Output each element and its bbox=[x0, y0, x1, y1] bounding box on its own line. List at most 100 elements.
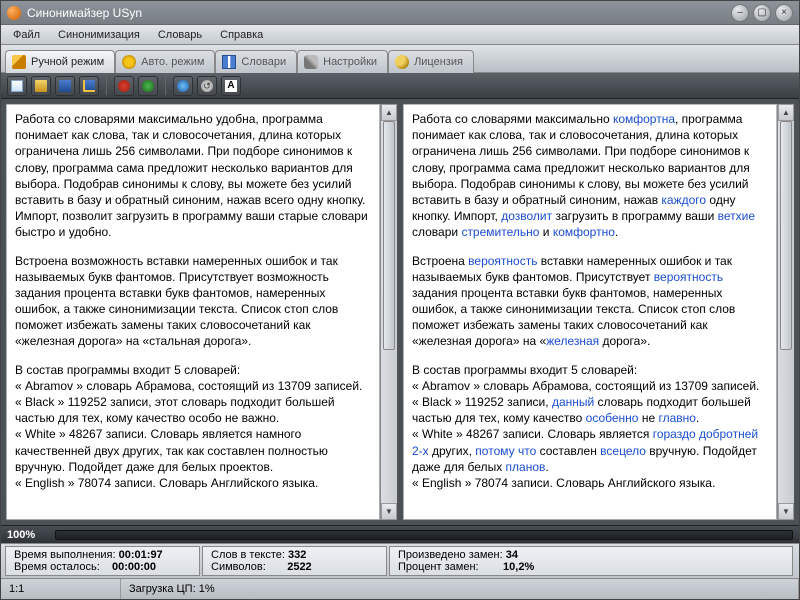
tab-dictionaries[interactable]: Словари bbox=[215, 50, 297, 73]
menubar: Файл Синонимизация Словарь Справка bbox=[1, 25, 799, 45]
tabbar: Ручной режим Авто. режим Словари Настрой… bbox=[1, 45, 799, 73]
source-paragraph: Работа со словарями максимально удобна, … bbox=[15, 111, 371, 241]
status-cpu: Загрузка ЦП: 1% bbox=[121, 579, 799, 599]
app-icon bbox=[7, 6, 21, 20]
statusbar: 1:1 Загрузка ЦП: 1% bbox=[1, 579, 799, 599]
toolbar-separator bbox=[165, 77, 166, 95]
scroll-track[interactable] bbox=[778, 121, 794, 503]
font-button[interactable]: A bbox=[221, 76, 241, 96]
stat-word-count: Слов в тексте: 332 bbox=[211, 549, 378, 561]
scroll-down-button[interactable]: ▼ bbox=[778, 503, 794, 520]
tab-label: Ручной режим bbox=[31, 56, 104, 68]
progress-label: 100% bbox=[7, 529, 49, 541]
stat-time-left: Время осталось: 00:00:00 bbox=[14, 561, 191, 573]
scroll-up-button[interactable]: ▲ bbox=[778, 104, 794, 121]
globe-icon bbox=[177, 80, 189, 92]
key-icon bbox=[395, 55, 409, 69]
tab-license[interactable]: Лицензия bbox=[388, 50, 474, 73]
save-icon bbox=[59, 80, 71, 92]
stat-exec-time: Время выполнения: 00:01:97 bbox=[14, 549, 191, 561]
stat-percent: Процент замен: 10,2% bbox=[398, 561, 784, 573]
pencil-icon bbox=[12, 55, 26, 69]
tab-settings[interactable]: Настройки bbox=[297, 50, 388, 73]
synonym-word[interactable]: планов bbox=[506, 460, 546, 474]
stat-replaced: Произведено замен: 34 bbox=[398, 549, 784, 561]
synonym-word[interactable]: дозволит bbox=[501, 209, 552, 223]
web-button[interactable] bbox=[173, 76, 193, 96]
result-text-pane[interactable]: Работа со словарями максимально комфортн… bbox=[404, 105, 776, 519]
minimize-button[interactable]: – bbox=[731, 4, 749, 22]
save-as-icon bbox=[83, 80, 95, 92]
swap-icon: ↺ bbox=[201, 80, 213, 92]
synonym-word[interactable]: данный bbox=[552, 395, 594, 409]
left-pane-wrap: Работа со словарями максимально удобна, … bbox=[5, 103, 398, 521]
stop-icon bbox=[118, 80, 130, 92]
window-title: Синонимайзер USyn bbox=[27, 6, 727, 20]
menu-file[interactable]: Файл bbox=[5, 27, 48, 43]
new-file-button[interactable] bbox=[7, 76, 27, 96]
run-button[interactable] bbox=[138, 76, 158, 96]
synonym-word[interactable]: потому что bbox=[475, 444, 536, 458]
menu-synonymize[interactable]: Синонимизация bbox=[50, 27, 148, 43]
open-file-icon bbox=[35, 80, 47, 92]
wrench-icon bbox=[304, 55, 318, 69]
synonym-word[interactable]: вероятность bbox=[468, 254, 537, 268]
tab-manual-mode[interactable]: Ручной режим bbox=[5, 50, 115, 73]
source-text-pane[interactable]: Работа со словарями максимально удобна, … bbox=[7, 105, 379, 519]
synonym-word[interactable]: всецело bbox=[600, 444, 646, 458]
menu-dictionary[interactable]: Словарь bbox=[150, 27, 210, 43]
scroll-thumb[interactable] bbox=[383, 121, 395, 350]
tab-label: Словари bbox=[241, 56, 286, 68]
font-icon: A bbox=[225, 80, 237, 92]
stat-replace-col: Произведено замен: 34 Процент замен: 10,… bbox=[389, 546, 793, 576]
titlebar: Синонимайзер USyn – ▢ × bbox=[1, 1, 799, 25]
scroll-thumb[interactable] bbox=[780, 121, 792, 350]
save-button[interactable] bbox=[55, 76, 75, 96]
synonym-word[interactable]: каждого bbox=[661, 193, 706, 207]
stop-button[interactable] bbox=[114, 76, 134, 96]
tab-label: Авто. режим bbox=[141, 56, 204, 68]
synonym-word[interactable]: вероятность bbox=[654, 270, 723, 284]
result-paragraph: Работа со словарями максимально комфортн… bbox=[412, 111, 768, 241]
source-paragraph: Встроена возможность вставки намеренных … bbox=[15, 253, 371, 350]
editor-panes: Работа со словарями максимально удобна, … bbox=[1, 99, 799, 525]
result-paragraph: В состав программы входит 5 словарей: « … bbox=[412, 362, 768, 492]
synonym-word[interactable]: особенно bbox=[586, 411, 639, 425]
tab-label: Настройки bbox=[323, 56, 377, 68]
scroll-down-button[interactable]: ▼ bbox=[381, 503, 397, 520]
right-pane-wrap: Работа со словарями максимально комфортн… bbox=[402, 103, 795, 521]
synonym-word[interactable]: стремительно bbox=[461, 225, 539, 239]
new-file-icon bbox=[11, 80, 23, 92]
save-as-button[interactable] bbox=[79, 76, 99, 96]
open-file-button[interactable] bbox=[31, 76, 51, 96]
synonym-word[interactable]: ветхие bbox=[718, 209, 755, 223]
tab-label: Лицензия bbox=[414, 56, 463, 68]
star-icon bbox=[122, 55, 136, 69]
progress-bar bbox=[55, 530, 793, 540]
scroll-up-button[interactable]: ▲ bbox=[381, 104, 397, 121]
stat-char-count: Символов: 2522 bbox=[211, 561, 378, 573]
stat-time-col: Время выполнения: 00:01:97 Время осталос… bbox=[5, 546, 200, 576]
synonym-word[interactable]: комфортно bbox=[553, 225, 615, 239]
scroll-track[interactable] bbox=[381, 121, 397, 503]
synonym-word[interactable]: главно bbox=[658, 411, 695, 425]
synonym-word[interactable]: железная bbox=[546, 334, 599, 348]
toolbar: ↺ A bbox=[1, 73, 799, 99]
stats-panel: Время выполнения: 00:01:97 Время осталос… bbox=[1, 543, 799, 579]
tab-auto-mode[interactable]: Авто. режим bbox=[115, 50, 215, 73]
scrollbar[interactable]: ▲ ▼ bbox=[380, 104, 397, 520]
progress-row: 100% bbox=[1, 525, 799, 543]
scrollbar[interactable]: ▲ ▼ bbox=[777, 104, 794, 520]
status-cursor: 1:1 bbox=[1, 579, 121, 599]
synonym-word[interactable]: комфортна bbox=[613, 112, 675, 126]
book-icon bbox=[222, 55, 236, 69]
result-paragraph: Встроена вероятность вставки намеренных … bbox=[412, 253, 768, 350]
app-window: Синонимайзер USyn – ▢ × Файл Синонимизац… bbox=[0, 0, 800, 600]
swap-button[interactable]: ↺ bbox=[197, 76, 217, 96]
menu-help[interactable]: Справка bbox=[212, 27, 271, 43]
maximize-button[interactable]: ▢ bbox=[753, 4, 771, 22]
close-button[interactable]: × bbox=[775, 4, 793, 22]
toolbar-separator bbox=[106, 77, 107, 95]
source-paragraph: В состав программы входит 5 словарей: « … bbox=[15, 362, 371, 492]
stat-count-col: Слов в тексте: 332 Символов: 2522 bbox=[202, 546, 387, 576]
